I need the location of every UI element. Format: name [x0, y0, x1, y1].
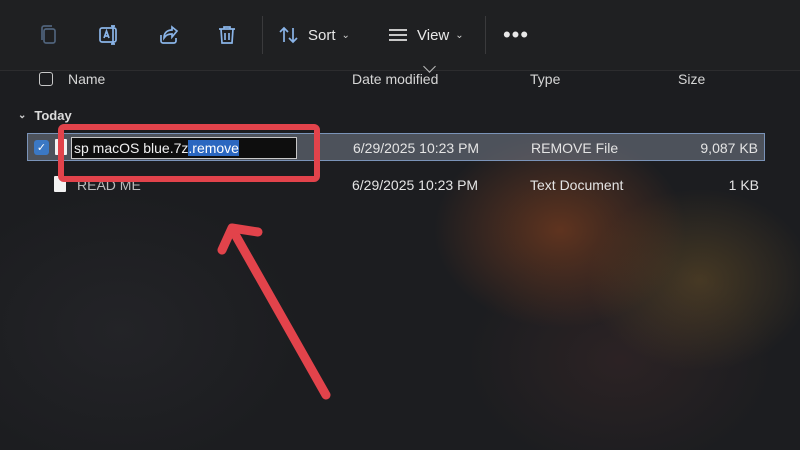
annotation-arrow-icon [217, 223, 331, 400]
